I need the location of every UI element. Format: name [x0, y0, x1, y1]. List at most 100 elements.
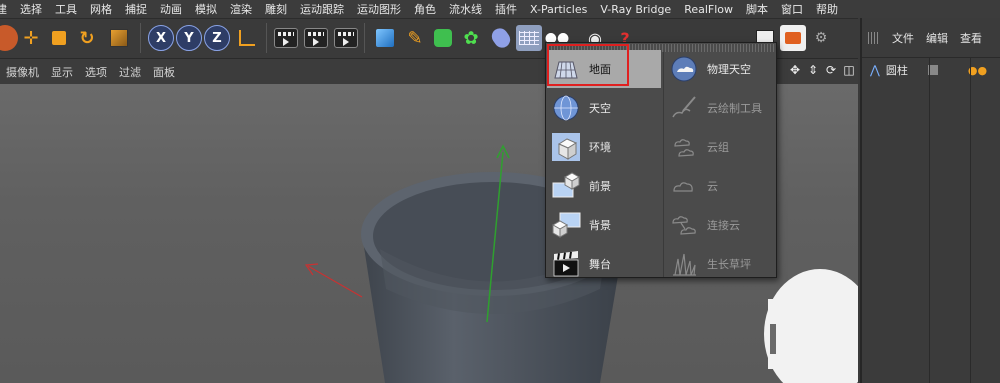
- pan-icon[interactable]: ✥: [788, 63, 802, 77]
- mograph-cloner-icon[interactable]: ✿: [458, 25, 484, 51]
- column-divider: [929, 58, 930, 383]
- popup-item-cloud-group[interactable]: 云组: [665, 128, 777, 166]
- cloud-icon: [673, 182, 693, 192]
- menu-window[interactable]: 窗口: [781, 1, 803, 17]
- viewport-menu-panel[interactable]: 面板: [153, 64, 175, 80]
- menu-tools[interactable]: 工具: [55, 1, 77, 17]
- popup-item-label: 前景: [589, 180, 611, 193]
- menu-realflow[interactable]: RealFlow: [684, 3, 733, 16]
- menu-mesh[interactable]: 网格: [90, 1, 112, 17]
- popup-item-label: 生长草坪: [707, 258, 751, 271]
- menu-mograph[interactable]: 运动图形: [357, 1, 401, 17]
- menu-help[interactable]: 帮助: [816, 1, 838, 17]
- live-select-icon[interactable]: [0, 25, 18, 51]
- floor-icon[interactable]: [516, 25, 542, 51]
- scale-icon[interactable]: [46, 25, 72, 51]
- popup-item-label: 环境: [589, 141, 611, 154]
- grow-grass-icon: [673, 253, 696, 276]
- menu-vray-bridge[interactable]: V-Ray Bridge: [600, 3, 671, 16]
- menu-character[interactable]: 角色: [414, 1, 436, 17]
- object-manager-tabs: 文件 编辑 查看: [862, 18, 1000, 58]
- stage-icon: [553, 251, 579, 277]
- dolly-icon[interactable]: ⇕: [806, 63, 820, 77]
- render-view-icon[interactable]: [274, 28, 298, 48]
- pen-icon[interactable]: ✎: [402, 25, 428, 51]
- subdivision-icon[interactable]: [430, 25, 456, 51]
- menu-animate[interactable]: 动画: [160, 1, 182, 17]
- popup-item-sky[interactable]: 天空: [547, 89, 661, 127]
- popup-item-stage[interactable]: 舞台: [547, 245, 661, 283]
- menu-motion-tracking[interactable]: 运动跟踪: [300, 1, 344, 17]
- popup-item-label: 舞台: [589, 258, 611, 271]
- object-row[interactable]: ⋀ 圆柱 ●●: [862, 58, 1000, 82]
- render-settings-icon[interactable]: [334, 28, 358, 48]
- maximize-view-icon[interactable]: ◫: [842, 63, 856, 77]
- panel-grip-icon[interactable]: [868, 31, 880, 44]
- x-axis-lock-button[interactable]: X: [148, 25, 174, 51]
- toolbar-separator: [364, 23, 365, 53]
- popup-item-label: 云绘制工具: [707, 102, 762, 115]
- viewport-menu-camera[interactable]: 摄像机: [6, 64, 39, 80]
- environment-icon: [552, 133, 580, 161]
- connect-clouds-icon: [672, 216, 696, 235]
- cube-icon[interactable]: [372, 25, 398, 51]
- coordinate-system-icon[interactable]: [234, 25, 260, 51]
- menu-x-particles[interactable]: X-Particles: [530, 3, 587, 16]
- tab-file[interactable]: 文件: [892, 30, 914, 46]
- render-to-picture-viewer-icon[interactable]: [304, 28, 328, 48]
- object-manager-panel: 文件 编辑 查看 ⋀ 圆柱 ●●: [860, 18, 1000, 383]
- popup-item-label: 云组: [707, 141, 729, 154]
- menu-render[interactable]: 渲染: [230, 1, 252, 17]
- viewport-menu-display[interactable]: 显示: [51, 64, 73, 80]
- menu-plugins[interactable]: 插件: [495, 1, 517, 17]
- menu-sculpt[interactable]: 雕刻: [265, 1, 287, 17]
- x-axis-line: [307, 265, 363, 298]
- recent-tools-icon[interactable]: [106, 25, 132, 51]
- popup-item-physical-sky[interactable]: 物理天空: [665, 50, 777, 88]
- z-axis-lock-button[interactable]: Z: [204, 25, 230, 51]
- menu-select[interactable]: 选择: [20, 1, 42, 17]
- popup-item-label: 连接云: [707, 219, 740, 232]
- menu-bar: 建 选择 工具 网格 捕捉 动画 模拟 渲染 雕刻 运动跟踪 运动图形 角色 流…: [0, 0, 1000, 18]
- x-axis-arrow: [304, 263, 319, 276]
- popup-item-foreground[interactable]: 前景: [547, 167, 661, 205]
- deformer-icon[interactable]: [488, 25, 514, 51]
- popup-item-connect-clouds[interactable]: 连接云: [665, 206, 777, 244]
- popup-item-label: 地面: [589, 63, 611, 76]
- object-name: 圆柱: [885, 64, 908, 77]
- tab-view[interactable]: 查看: [960, 30, 982, 46]
- folder-icon[interactable]: [780, 25, 806, 51]
- background-icon: [551, 212, 581, 238]
- viewport-menu-options[interactable]: 选项: [85, 64, 107, 80]
- physical-sky-icon: [671, 56, 697, 82]
- floor-icon: [554, 61, 578, 79]
- menu-create[interactable]: 建: [0, 1, 7, 17]
- popup-column-divider: [663, 52, 664, 277]
- column-divider: [970, 58, 971, 383]
- menu-script[interactable]: 脚本: [746, 1, 768, 17]
- menu-pipeline[interactable]: 流水线: [449, 1, 482, 17]
- popup-item-label: 物理天空: [707, 63, 751, 76]
- popup-item-environment[interactable]: 环境: [547, 128, 661, 166]
- orbit-icon[interactable]: ⟳: [824, 63, 838, 77]
- viewport-menu-filter[interactable]: 过滤: [119, 64, 141, 80]
- popup-item-floor[interactable]: 地面: [547, 50, 661, 88]
- popup-item-cloud[interactable]: 云: [665, 167, 777, 205]
- popup-item-grow-grass[interactable]: 生长草坪: [665, 245, 777, 283]
- rotate-icon[interactable]: ↻: [74, 25, 100, 51]
- cloud-paint-tool-icon: [672, 96, 696, 118]
- popup-item-cloud-paint-tool[interactable]: 云绘制工具: [665, 89, 777, 127]
- viewport-nav-icons: ✥ ⇕ ⟳ ◫: [788, 63, 856, 77]
- popup-item-label: 背景: [589, 219, 611, 232]
- cylinder-icon: ⋀: [870, 63, 880, 77]
- move-icon[interactable]: ✛: [18, 25, 44, 51]
- menu-simulate[interactable]: 模拟: [195, 1, 217, 17]
- y-axis-lock-button[interactable]: Y: [176, 25, 202, 51]
- tab-edit[interactable]: 编辑: [926, 30, 948, 46]
- toolbar-separator: [266, 23, 267, 53]
- popup-item-background[interactable]: 背景: [547, 206, 661, 244]
- python-icon[interactable]: ⚙: [808, 25, 834, 51]
- popup-item-label: 云: [707, 180, 718, 193]
- cloud-group-icon: [674, 139, 694, 157]
- menu-snap[interactable]: 捕捉: [125, 1, 147, 17]
